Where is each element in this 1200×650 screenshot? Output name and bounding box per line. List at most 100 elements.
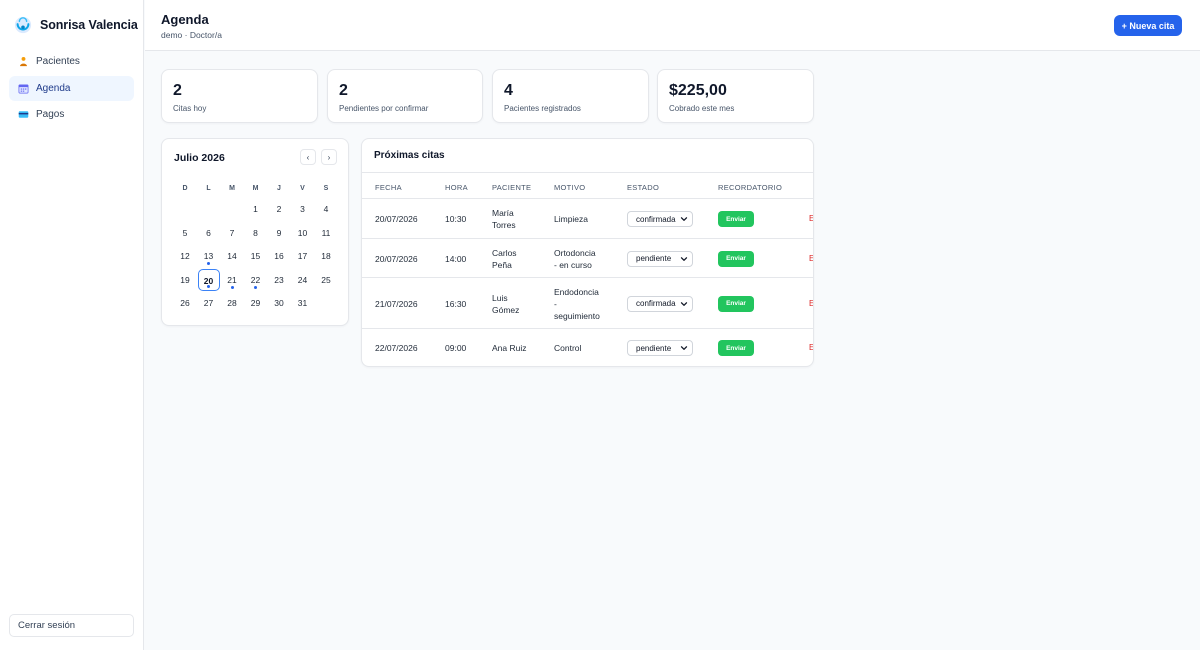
calendar-day[interactable]: 21 [221, 269, 243, 291]
send-reminder-button[interactable]: Enviar [718, 340, 754, 356]
status-value: confirmada [636, 299, 676, 308]
calendar-day[interactable]: 7 [221, 222, 243, 244]
cell-date: 20/07/2026 [375, 253, 418, 265]
send-reminder-button[interactable]: Enviar [718, 211, 754, 227]
divider [362, 172, 813, 173]
cell-line: Endodoncia [554, 286, 599, 297]
calendar-day[interactable]: 9 [268, 222, 290, 244]
page-header: Agenda demo · Doctor/a + Nueva cita [145, 0, 1200, 51]
cell-line: Peña [492, 259, 512, 270]
calendar-day[interactable]: 19 [174, 269, 196, 291]
calendar-day[interactable]: 10 [292, 222, 314, 244]
calendar-card: Julio 2026 ‹ › D L M M J V S 1 2 3 4 5 6 7 8 9 10 11 12 13 1… [161, 138, 349, 326]
calendar-day[interactable]: 29 [245, 292, 267, 314]
brand[interactable]: Sonrisa Valencia [14, 16, 138, 34]
status-select[interactable]: pendiente [627, 250, 693, 267]
cell-patient: Luis Gómez [492, 292, 519, 316]
calendar-grid: D L M M J V S 1 2 3 4 5 6 7 8 9 10 11 12 13 14 15 16 17 18 19 20 21… [162, 139, 348, 325]
calendar-day[interactable]: 16 [268, 245, 290, 267]
cell-reason: Control [554, 342, 581, 354]
calendar-day[interactable]: 2 [268, 198, 290, 220]
appointment-dot [230, 285, 234, 289]
weekday-label: J [277, 185, 281, 192]
column-header-patient: PACIENTE [492, 183, 532, 192]
stat-label: Cobrado este mes [669, 104, 735, 113]
calendar-day[interactable]: 25 [315, 269, 337, 291]
day-number: 11 [321, 227, 331, 238]
tooth-logo-icon [14, 16, 32, 34]
status-value: confirmada [636, 214, 676, 224]
table-row: 22/07/2026 09:00 Ana Ruiz Control pendiente E… [362, 329, 813, 366]
chevron-down-icon [680, 346, 688, 350]
column-header-reason: MOTIVO [554, 183, 586, 192]
sidebar-item-agenda[interactable]: Agenda [9, 75, 134, 101]
calendar-day[interactable]: 1 [245, 198, 267, 220]
cell-line: 20/07/2026 [375, 253, 418, 264]
sidebar-nav: Pacientes Agenda Pagos [9, 49, 134, 129]
day-number: 17 [297, 251, 308, 261]
cell-line: 10:30 [445, 214, 467, 224]
day-number: 31 [297, 298, 308, 308]
calendar-day[interactable]: 14 [221, 245, 243, 267]
day-number: 26 [180, 298, 190, 308]
new-appointment-button[interactable]: + Nueva cita [1114, 15, 1182, 36]
cell-time: 10:30 [445, 213, 466, 225]
calendar-day[interactable]: 8 [245, 222, 267, 244]
calendar-day[interactable]: 23 [268, 269, 290, 291]
sidebar-item-label: Pacientes [36, 56, 80, 67]
row-action-link[interactable]: E [809, 299, 813, 308]
calendar-day[interactable]: 17 [292, 245, 314, 267]
day-number: 27 [203, 298, 214, 308]
appointment-dot [207, 284, 210, 288]
status-select[interactable]: confirmada [627, 295, 693, 312]
calendar-day[interactable]: 26 [174, 292, 196, 314]
weekday-label: V [300, 185, 305, 192]
status-select[interactable]: confirmada [627, 211, 693, 227]
app-name: Sonrisa Valencia [40, 18, 138, 32]
send-reminder-button[interactable]: Enviar [718, 295, 754, 312]
calendar-day[interactable]: 27 [198, 292, 220, 314]
day-number: 16 [274, 251, 284, 261]
row-action-link[interactable]: E [809, 343, 813, 352]
logout-button[interactable]: Cerrar sesión [9, 614, 134, 637]
calendar-day-today[interactable]: 20 [197, 268, 220, 291]
day-number: 15 [250, 251, 261, 261]
calendar-day[interactable]: 5 [174, 222, 196, 244]
cell-patient: Ana Ruiz [492, 342, 527, 354]
stat-value: 2 [173, 82, 182, 99]
calendar-day[interactable]: 30 [268, 292, 290, 314]
cell-line: Control [554, 343, 582, 353]
chevron-down-icon [680, 301, 688, 306]
sidebar-item-pacientes[interactable]: Pacientes [9, 49, 134, 74]
chevron-down-icon [680, 256, 688, 261]
cell-line: - en curso [554, 259, 592, 270]
calendar-icon [18, 83, 29, 94]
appointment-dot [254, 285, 257, 289]
calendar-day[interactable]: 24 [292, 269, 314, 291]
send-reminder-button[interactable]: Enviar [718, 250, 754, 267]
sidebar-item-pagos[interactable]: Pagos [9, 102, 134, 127]
cell-time: 09:00 [445, 342, 466, 354]
day-number: 22 [250, 274, 261, 285]
row-action-link[interactable]: E [809, 254, 813, 263]
stat-label: Pacientes registrados [504, 104, 581, 113]
calendar-day[interactable]: 13 [198, 245, 220, 267]
status-select[interactable]: pendiente [627, 340, 693, 356]
calendar-day[interactable]: 6 [198, 222, 220, 244]
cell-line: 20/07/2026 [375, 214, 418, 224]
calendar-day[interactable]: 15 [245, 245, 267, 267]
calendar-day[interactable]: 11 [315, 222, 337, 244]
page-subtitle: demo · Doctor/a [161, 30, 222, 40]
cell-reason: Ortodoncia - en curso [554, 247, 596, 271]
day-number: 12 [180, 251, 190, 261]
calendar-day[interactable]: 31 [292, 292, 314, 314]
stat-value: 2 [339, 82, 348, 99]
calendar-day[interactable]: 12 [174, 245, 196, 267]
calendar-day[interactable]: 28 [221, 292, 243, 314]
calendar-day[interactable]: 4 [315, 198, 337, 220]
calendar-day[interactable]: 22 [245, 269, 267, 291]
calendar-day[interactable]: 3 [292, 198, 314, 220]
column-header-status: ESTADO [627, 183, 660, 192]
row-action-link[interactable]: E [809, 214, 813, 223]
calendar-day[interactable]: 18 [315, 245, 337, 267]
